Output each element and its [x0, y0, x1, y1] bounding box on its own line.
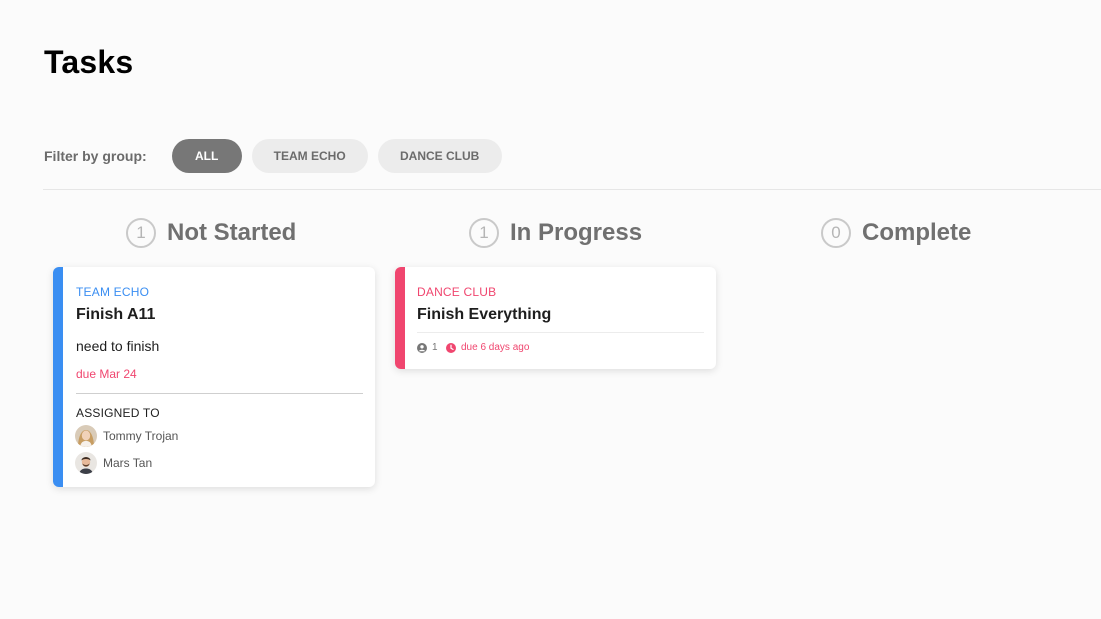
- task-group-tag: DANCE CLUB: [417, 285, 497, 299]
- column-header-in-progress: 1 In Progress: [469, 218, 642, 248]
- task-title: Finish Everything: [417, 306, 552, 323]
- column-header-complete: 0 Complete: [821, 218, 971, 248]
- task-group-tag: TEAM ECHO: [76, 285, 150, 299]
- filter-chip-all[interactable]: ALL: [171, 139, 242, 173]
- column-title: In Progress: [510, 219, 643, 246]
- group-color-stripe: [53, 267, 63, 487]
- card-divider: [417, 332, 704, 333]
- card-divider: [76, 393, 363, 394]
- assignee-name: Mars Tan: [103, 456, 153, 470]
- task-due-date: due Mar 24: [76, 367, 137, 381]
- avatar-mars: [75, 452, 97, 474]
- assignee-count: 1: [417, 342, 438, 353]
- column-title: Not Started: [167, 219, 297, 246]
- task-due-indicator: due 6 days ago: [446, 342, 529, 353]
- group-filter: Filter by group: ALL TEAM ECHO DANCE CLU…: [44, 139, 512, 173]
- page-title: Tasks: [44, 44, 134, 80]
- column-count-badge: 0: [821, 218, 851, 248]
- assignee-item[interactable]: Mars Tan: [75, 452, 152, 474]
- filter-chip-team-echo[interactable]: TEAM ECHO: [251, 139, 368, 173]
- clock-icon: [446, 342, 456, 353]
- task-card-finish-everything[interactable]: DANCE CLUB Finish Everything 1 due 6 day…: [395, 267, 716, 369]
- filter-label: Filter by group:: [44, 148, 147, 164]
- column-count-badge: 1: [469, 218, 499, 248]
- assignee-item[interactable]: Tommy Trojan: [75, 425, 178, 447]
- assignee-count-value: 1: [432, 342, 438, 353]
- column-title: Complete: [862, 219, 972, 246]
- avatar-tommy: [75, 425, 97, 447]
- assignee-name: Tommy Trojan: [103, 429, 179, 443]
- task-description: need to finish: [76, 338, 160, 354]
- task-title: Finish A11: [76, 306, 156, 323]
- task-card-finish-a11[interactable]: TEAM ECHO Finish A11 need to finish due …: [53, 267, 375, 487]
- task-due-date: due 6 days ago: [461, 342, 530, 353]
- user-circle-icon: [417, 342, 427, 353]
- column-count-badge: 1: [126, 218, 156, 248]
- column-header-not-started: 1 Not Started: [126, 218, 296, 248]
- assigned-to-label: ASSIGNED TO: [76, 406, 160, 420]
- filter-divider: [43, 189, 1101, 190]
- group-color-stripe: [395, 267, 405, 369]
- filter-chip-dance-club[interactable]: DANCE CLUB: [377, 139, 502, 173]
